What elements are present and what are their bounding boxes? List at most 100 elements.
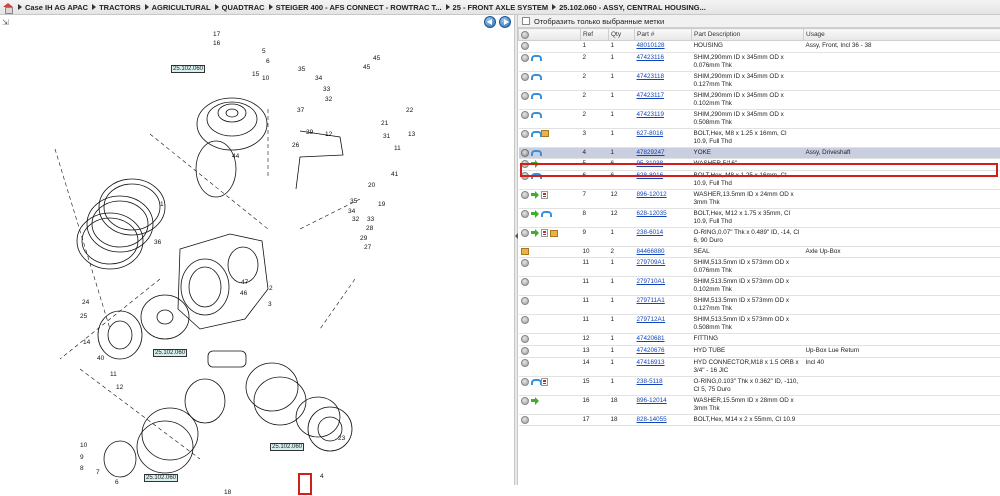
table-row[interactable]: 1718828-14055BOLT,Hex, M14 x 2 x 55mm, C… bbox=[519, 414, 1000, 426]
table-row[interactable]: 111279712A1SHIM,513.5mm ID x 573mm OD x … bbox=[519, 315, 1000, 334]
col-qty[interactable]: Qty bbox=[609, 29, 635, 41]
select-row-icon[interactable] bbox=[521, 259, 529, 267]
callout-number[interactable]: 45 bbox=[373, 55, 380, 62]
select-row-icon[interactable] bbox=[521, 191, 529, 199]
callout-number[interactable]: 4 bbox=[320, 473, 324, 480]
part-number-link[interactable]: 47416913 bbox=[637, 359, 665, 366]
callout-number[interactable]: 8 bbox=[80, 465, 84, 472]
table-row[interactable]: 13147420676HYD TUBEUp-Box Lue Return bbox=[519, 345, 1000, 357]
show-selected-only-checkbox[interactable] bbox=[522, 17, 530, 25]
exploded-diagram[interactable] bbox=[0, 29, 514, 485]
select-row-icon[interactable] bbox=[521, 130, 529, 138]
callout-number[interactable]: 10 bbox=[262, 75, 269, 82]
select-row-icon[interactable] bbox=[521, 111, 529, 119]
cart-icon[interactable] bbox=[531, 378, 539, 386]
callout-number[interactable]: 12 bbox=[325, 131, 332, 138]
callout-number[interactable]: 14 bbox=[83, 339, 90, 346]
table-row[interactable]: 12147420681FITTING bbox=[519, 334, 1000, 346]
breadcrumb-item[interactable]: QUADTRAC bbox=[222, 3, 265, 12]
callout-number[interactable]: 35 bbox=[298, 66, 305, 73]
select-row-icon[interactable] bbox=[521, 278, 529, 286]
part-number-link[interactable]: 84466880 bbox=[637, 248, 665, 255]
callout-number[interactable]: 10 bbox=[80, 442, 87, 449]
breadcrumb-item[interactable]: Case IH AG APAC bbox=[25, 3, 88, 12]
diagram-reference-link[interactable]: 25.102.060 bbox=[171, 65, 205, 73]
callout-number[interactable]: 13 bbox=[408, 131, 415, 138]
breadcrumb-item[interactable]: TRACTORS bbox=[99, 3, 141, 12]
part-number-link[interactable]: 47420676 bbox=[637, 347, 665, 354]
select-row-icon[interactable] bbox=[521, 316, 529, 324]
table-row[interactable]: 4147829247YOKEAssy, Driveshaft bbox=[519, 147, 1000, 159]
breadcrumb-item[interactable]: 25 - FRONT AXLE SYSTEM bbox=[453, 3, 549, 12]
callout-number[interactable]: 19 bbox=[378, 201, 385, 208]
part-number-link[interactable]: 238-6014 bbox=[637, 229, 664, 236]
breadcrumb-item[interactable]: STEIGER 400 - AFS CONNECT - ROWTRAC T... bbox=[276, 3, 442, 12]
callout-number[interactable]: 3 bbox=[268, 301, 272, 308]
table-row[interactable]: 10284466880SEALAxle Up-Box bbox=[519, 247, 1000, 258]
callout-number[interactable]: 22 bbox=[406, 107, 413, 114]
cart-icon[interactable] bbox=[531, 130, 539, 138]
callout-number[interactable]: 9 bbox=[80, 454, 84, 461]
select-row-icon[interactable] bbox=[521, 378, 529, 386]
callout-number[interactable]: 34 bbox=[348, 208, 355, 215]
select-row-icon[interactable] bbox=[521, 54, 529, 62]
table-row[interactable]: 2147423119SHIM,290mm ID x 345mm OD x 0.5… bbox=[519, 109, 1000, 128]
part-number-link[interactable]: 47423117 bbox=[637, 92, 665, 99]
col-part-number[interactable]: Part # bbox=[635, 29, 692, 41]
callout-number[interactable]: 18 bbox=[224, 489, 231, 496]
cart-icon[interactable] bbox=[531, 111, 539, 119]
table-row[interactable]: 14147416913HYD CONNECTOR,M18 x 1.5 ORB x… bbox=[519, 357, 1000, 376]
callout-number[interactable]: 29 bbox=[360, 235, 367, 242]
diagram-reference-link[interactable]: 25.102.060 bbox=[144, 474, 178, 482]
part-number-link[interactable]: 279709A1 bbox=[637, 259, 666, 266]
cart-icon[interactable] bbox=[541, 210, 549, 218]
part-number-link[interactable]: 238-5118 bbox=[637, 378, 663, 385]
part-number-link[interactable]: 48010128 bbox=[637, 42, 665, 49]
callout-number[interactable]: 25 bbox=[80, 313, 87, 320]
arrow-right-icon[interactable] bbox=[531, 229, 539, 237]
part-number-link[interactable]: 896-12012 bbox=[637, 191, 667, 198]
part-number-link[interactable]: 896-12014 bbox=[637, 397, 667, 404]
table-row[interactable]: 111279709A1SHIM,513.5mm ID x 573mm OD x … bbox=[519, 258, 1000, 277]
select-row-icon[interactable] bbox=[521, 73, 529, 81]
cart-icon[interactable] bbox=[531, 149, 539, 157]
part-number-link[interactable]: 628-12035 bbox=[637, 210, 667, 217]
callout-number[interactable]: 6 bbox=[266, 58, 270, 65]
callout-number[interactable]: 33 bbox=[323, 86, 330, 93]
part-number-link[interactable]: 47423116 bbox=[637, 54, 665, 61]
part-number-link[interactable]: 828-14055 bbox=[637, 416, 667, 423]
part-number-link[interactable]: 279712A1 bbox=[637, 316, 666, 323]
part-number-link[interactable]: 279711A1 bbox=[637, 297, 665, 304]
table-row[interactable]: 111279711A1SHIM,513.5mm ID x 573mm OD x … bbox=[519, 296, 1000, 315]
callout-number[interactable]: 20 bbox=[368, 182, 375, 189]
callout-number[interactable]: 32 bbox=[352, 216, 359, 223]
select-row-icon[interactable] bbox=[521, 42, 529, 50]
select-all-header[interactable] bbox=[519, 29, 581, 41]
callout-number[interactable]: 44 bbox=[232, 153, 239, 160]
table-row[interactable]: 1618896-12014WASHER,15.5mm ID x 28mm OD … bbox=[519, 395, 1000, 414]
table-row[interactable]: 1148010128HOUSINGAssy, Front, Incl 36 - … bbox=[519, 41, 1000, 53]
arrow-right-icon[interactable] bbox=[531, 397, 539, 405]
callout-number[interactable]: 27 bbox=[364, 244, 371, 251]
select-row-icon[interactable] bbox=[521, 149, 529, 157]
package-icon[interactable] bbox=[550, 230, 558, 237]
callout-number[interactable]: 11 bbox=[110, 371, 117, 378]
package-icon[interactable] bbox=[541, 130, 549, 137]
callout-number[interactable]: 15 bbox=[252, 71, 259, 78]
callout-number[interactable]: 39 bbox=[306, 129, 313, 136]
diagram-reference-link[interactable]: 25.102.060 bbox=[153, 349, 187, 357]
callout-number[interactable]: 16 bbox=[213, 40, 220, 47]
callout-number[interactable]: 7 bbox=[96, 469, 100, 476]
callout-number[interactable]: 40 bbox=[97, 355, 104, 362]
select-row-icon[interactable] bbox=[521, 210, 529, 218]
next-page-button[interactable] bbox=[499, 16, 511, 28]
table-row[interactable]: 151238-5118O-RING,0.103" Thk x 0.362" ID… bbox=[519, 376, 1000, 395]
callout-number[interactable]: 41 bbox=[391, 171, 398, 178]
table-row[interactable]: 812628-12035BOLT,Hex, M12 x 1.75 x 35mm,… bbox=[519, 209, 1000, 228]
col-part-description[interactable]: Part Description bbox=[692, 29, 804, 41]
callout-number[interactable]: 17 bbox=[213, 31, 220, 38]
callout-number[interactable]: 24 bbox=[82, 299, 89, 306]
callout-number[interactable]: 36 bbox=[154, 239, 161, 246]
callout-number[interactable]: 11 bbox=[394, 145, 401, 152]
previous-page-button[interactable] bbox=[484, 16, 496, 28]
